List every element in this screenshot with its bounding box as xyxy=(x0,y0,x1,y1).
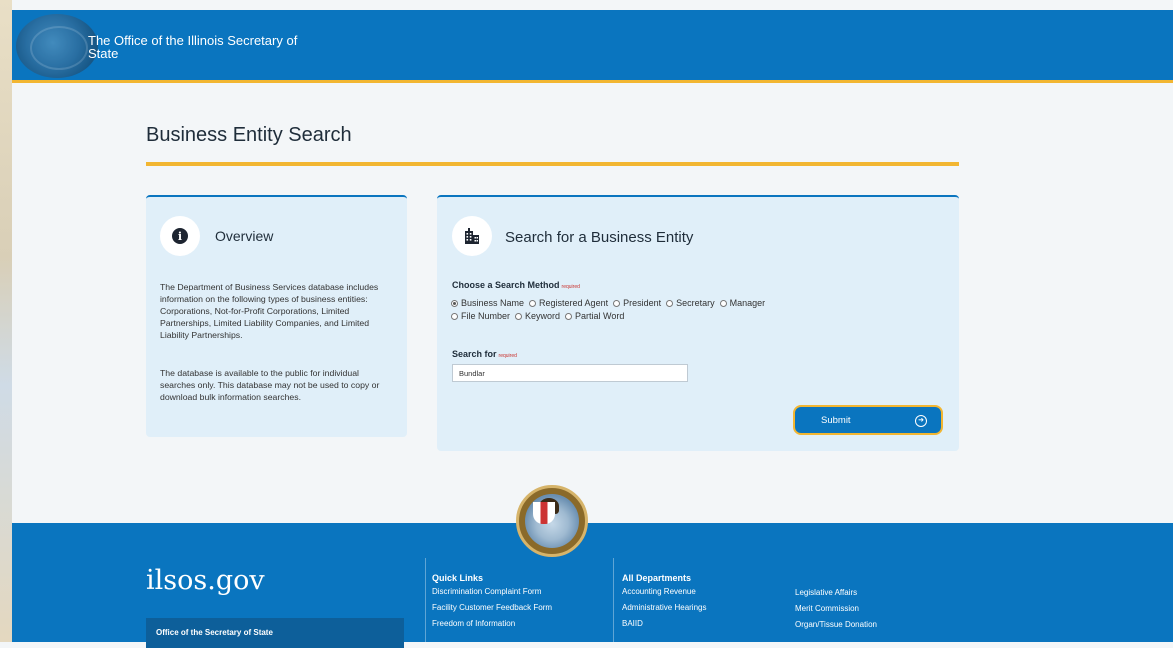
footer-divider xyxy=(425,558,426,642)
departments-column-1: All Departments Accounting Revenue Admin… xyxy=(622,573,706,634)
radio-label: Business Name xyxy=(461,298,525,308)
quick-links-column: Quick Links Discrimination Complaint For… xyxy=(432,573,552,634)
background-seal-strip xyxy=(0,0,12,642)
footer-divider xyxy=(613,558,614,642)
department-link[interactable]: Merit Commission xyxy=(795,603,877,614)
radio-dot[interactable] xyxy=(529,299,537,307)
radio-keyword[interactable]: Keyword xyxy=(515,311,560,321)
departments-heading: All Departments xyxy=(622,573,692,583)
quick-links-heading: Quick Links xyxy=(432,573,484,583)
radio-dot[interactable] xyxy=(565,312,573,320)
department-link[interactable]: Accounting Revenue xyxy=(622,586,706,597)
search-method-label: Choose a Search Method required xyxy=(452,280,580,290)
state-seal-icon xyxy=(516,485,588,557)
department-link[interactable]: Organ/Tissue Donation xyxy=(795,619,877,630)
info-icon-circle: i xyxy=(160,216,200,256)
search-method-row-2: File Number Keyword Partial Word xyxy=(451,311,629,321)
department-link[interactable]: Administrative Hearings xyxy=(622,602,706,613)
radio-label: President xyxy=(623,298,662,308)
seal-shield-icon xyxy=(533,502,555,524)
radio-label: File Number xyxy=(461,311,511,321)
radio-secretary[interactable]: Secretary xyxy=(666,298,715,308)
search-method-row-1: Business Name Registered Agent President… xyxy=(451,298,770,308)
search-method-label-text: Choose a Search Method xyxy=(452,280,560,290)
submit-button[interactable]: Submit ➜ xyxy=(793,405,943,435)
radio-label: Keyword xyxy=(525,311,561,321)
overview-paragraph-2: The database is available to the public … xyxy=(160,368,380,402)
quick-link[interactable]: Freedom of Information xyxy=(432,618,552,629)
footer-brand[interactable]: ilsos.gov xyxy=(146,565,265,596)
org-name[interactable]: The Office of the Illinois Secretary of … xyxy=(88,34,308,60)
department-link[interactable]: BAIID xyxy=(622,618,706,629)
quick-link[interactable]: Discrimination Complaint Form xyxy=(432,586,552,597)
radio-dot[interactable] xyxy=(451,312,458,320)
radio-partial-word[interactable]: Partial Word xyxy=(565,311,624,321)
overview-paragraph-1: The Department of Business Services data… xyxy=(160,282,379,340)
submit-label: Submit xyxy=(821,414,851,426)
radio-label: Registered Agent xyxy=(539,298,609,308)
department-link[interactable]: Legislative Affairs xyxy=(795,587,877,598)
radio-business-name[interactable]: Business Name xyxy=(451,298,524,308)
required-tag: required xyxy=(561,284,580,290)
radio-president[interactable]: President xyxy=(613,298,661,308)
required-tag: required xyxy=(498,353,517,359)
info-icon: i xyxy=(172,228,188,244)
departments-column-2: Legislative Affairs Merit Commission Org… xyxy=(795,587,877,635)
radio-label: Partial Word xyxy=(575,311,625,321)
radio-dot[interactable] xyxy=(666,299,674,307)
quick-link[interactable]: Facility Customer Feedback Form xyxy=(432,602,552,613)
radio-dot[interactable] xyxy=(719,299,727,307)
radio-file-number[interactable]: File Number xyxy=(451,311,510,321)
overview-card: i Overview The Department of Business Se… xyxy=(146,195,407,437)
building-icon-circle xyxy=(452,216,492,256)
radio-registered-agent[interactable]: Registered Agent xyxy=(529,298,608,308)
search-input[interactable] xyxy=(452,364,688,382)
search-card: Search for a Business Entity Choose a Se… xyxy=(437,195,959,451)
site-header: The Office of the Illinois Secretary of … xyxy=(12,10,1173,83)
radio-label: Secretary xyxy=(676,298,715,308)
radio-manager[interactable]: Manager xyxy=(719,298,766,308)
title-divider xyxy=(146,162,959,166)
page-title: Business Entity Search xyxy=(146,124,352,146)
radio-dot[interactable] xyxy=(613,299,621,307)
search-for-label-text: Search for xyxy=(452,349,497,359)
radio-dot-selected[interactable] xyxy=(451,299,458,307)
arrow-right-circle-icon: ➜ xyxy=(915,415,927,427)
overview-heading: Overview xyxy=(215,228,274,244)
search-for-label: Search for required xyxy=(452,349,517,359)
building-icon xyxy=(465,228,479,244)
radio-label: Manager xyxy=(729,298,766,308)
office-title: Office of the Secretary of State xyxy=(146,618,404,648)
header-seal-logo[interactable] xyxy=(16,14,98,78)
radio-dot[interactable] xyxy=(515,312,523,320)
search-heading: Search for a Business Entity xyxy=(505,229,694,246)
